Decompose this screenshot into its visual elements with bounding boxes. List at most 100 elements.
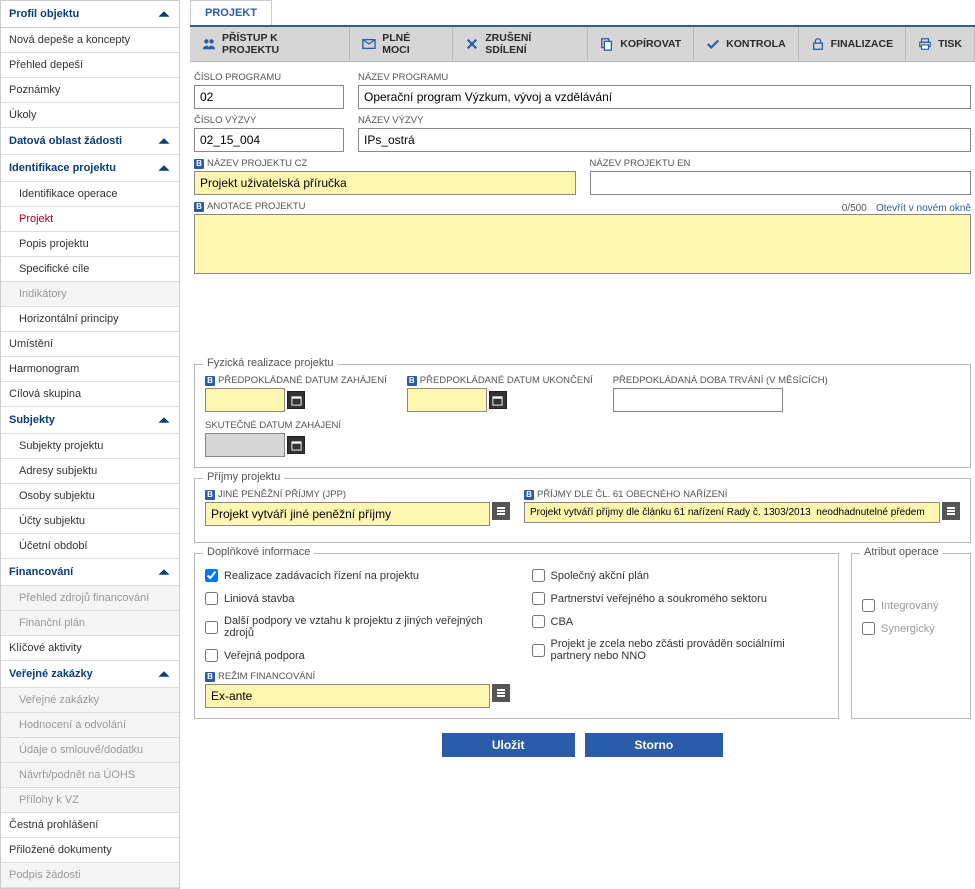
sidebar-item[interactable]: Hodnocení a odvolání <box>1 713 179 738</box>
sidebar-item[interactable]: Nová depeše a koncepty <box>1 28 179 53</box>
open-new-window-link[interactable]: Otevřít v novém okně <box>876 203 971 214</box>
sidebar-item[interactable]: Specifické cíle <box>1 257 179 282</box>
toolbar-pristup[interactable]: PŘÍSTUP K PROJEKTU <box>190 27 350 61</box>
sidebar-item[interactable]: Finanční plán <box>1 611 179 636</box>
sidebar-item[interactable]: Klíčové aktivity <box>1 636 179 661</box>
sidebar-item[interactable]: Indikátory <box>1 282 179 307</box>
input-skut-zahajeni[interactable] <box>205 433 285 457</box>
checkbox-label: Další podpory ve vztahu k projektu z jin… <box>224 615 502 639</box>
checkbox-label: Integrovaný <box>881 600 938 612</box>
checkbox-partnerstvi[interactable] <box>532 592 545 605</box>
sidebar-header-label: Subjekty <box>9 414 55 426</box>
sidebar-item[interactable]: Přehled depeší <box>1 53 179 78</box>
checkbox-dalsi[interactable] <box>205 621 218 634</box>
sidebar-item[interactable]: Identifikace operace <box>1 182 179 207</box>
sidebar-header-label: Financování <box>9 566 73 578</box>
label-nazev-en: NÁZEV PROJEKTU EN <box>590 158 972 169</box>
sidebar-item[interactable]: Návrh/podnět na ÚOHS <box>1 763 179 788</box>
sidebar-item[interactable]: Údaje o smlouvě/dodatku <box>1 738 179 763</box>
sidebar-item[interactable]: Veřejné zakázky <box>1 688 179 713</box>
sidebar-item[interactable]: Osoby subjektu <box>1 484 179 509</box>
input-cislo-programu[interactable] <box>194 85 344 109</box>
checkbox-synergicky[interactable] <box>862 622 875 635</box>
label-pred-zahajeni: PŘEDPOKLÁDANÉ DATUM ZAHÁJENÍ <box>218 375 387 386</box>
input-nazev-programu[interactable] <box>358 85 971 109</box>
required-icon: B <box>194 202 204 212</box>
sidebar-header-subjekty[interactable]: Subjekty <box>1 407 179 434</box>
toolbar-finalizace[interactable]: FINALIZACE <box>799 27 906 61</box>
sidebar-item[interactable]: Přílohy k VZ <box>1 788 179 813</box>
calendar-icon[interactable] <box>287 391 305 409</box>
toolbar-kontrola[interactable]: KONTROLA <box>694 27 799 61</box>
input-nazev-en[interactable] <box>590 171 972 195</box>
calendar-icon[interactable] <box>489 391 507 409</box>
input-pred-zahajeni[interactable] <box>205 388 285 412</box>
checkbox-spolecny[interactable] <box>532 569 545 582</box>
sidebar-header-profil[interactable]: Profil objektu <box>1 1 179 28</box>
input-nazev-vyzvy[interactable] <box>358 128 971 152</box>
mail-icon <box>362 37 376 51</box>
save-button[interactable]: Uložit <box>442 733 575 757</box>
cancel-button[interactable]: Storno <box>585 733 724 757</box>
toolbar-label: PŘÍSTUP K PROJEKTU <box>222 32 337 56</box>
sidebar-item[interactable]: Popis projektu <box>1 232 179 257</box>
checkbox-realizace[interactable] <box>205 569 218 582</box>
sidebar-header-ident[interactable]: Identifikace projektu <box>1 155 179 182</box>
input-cl61[interactable] <box>524 502 940 523</box>
chevron-up-icon <box>157 161 171 175</box>
sidebar-header-label: Identifikace projektu <box>9 162 116 174</box>
cross-icon <box>465 37 479 51</box>
dropdown-icon[interactable] <box>492 684 510 702</box>
legend: Příjmy projektu <box>203 471 284 483</box>
sidebar-item[interactable]: Umístění <box>1 332 179 357</box>
calendar-icon[interactable] <box>287 436 305 454</box>
sidebar-header-datova[interactable]: Datová oblast žádosti <box>1 128 179 155</box>
sidebar-item-projekt[interactable]: Projekt <box>1 207 179 232</box>
sidebar-item[interactable]: Úkoly <box>1 103 179 128</box>
checkbox-integrovany[interactable] <box>862 599 875 612</box>
checkbox-cba[interactable] <box>532 615 545 628</box>
toolbar: PŘÍSTUP K PROJEKTU PLNÉ MOCI ZRUŠENÍ SDÍ… <box>190 27 975 62</box>
dropdown-icon[interactable] <box>942 502 960 520</box>
input-pred-ukonceni[interactable] <box>407 388 487 412</box>
toolbar-kopirovat[interactable]: KOPÍROVAT <box>588 27 694 61</box>
input-rezim[interactable] <box>205 684 490 708</box>
required-icon: B <box>407 376 417 386</box>
sidebar-item[interactable]: Podpis žádosti <box>1 863 179 888</box>
required-icon: B <box>194 159 204 169</box>
checkbox-label: Realizace zadávacích řízení na projektu <box>224 570 419 582</box>
checkbox-nno[interactable] <box>532 644 545 657</box>
chevron-up-icon <box>157 667 171 681</box>
sidebar-header-fin[interactable]: Financování <box>1 559 179 586</box>
sidebar-item[interactable]: Cílová skupina <box>1 382 179 407</box>
tab-projekt[interactable]: PROJEKT <box>190 0 272 25</box>
sidebar-item[interactable]: Poznámky <box>1 78 179 103</box>
input-doba[interactable] <box>613 388 783 412</box>
sidebar-item[interactable]: Účty subjektu <box>1 509 179 534</box>
toolbar-tisk[interactable]: TISK <box>906 27 975 61</box>
label-nazev-cz: BNÁZEV PROJEKTU CZ <box>194 158 576 169</box>
sidebar-item[interactable]: Přehled zdrojů financování <box>1 586 179 611</box>
sidebar-item[interactable]: Subjekty projektu <box>1 434 179 459</box>
input-cislo-vyzvy[interactable] <box>194 128 344 152</box>
sidebar-item[interactable]: Přiložené dokumenty <box>1 838 179 863</box>
toolbar-plne[interactable]: PLNÉ MOCI <box>350 27 453 61</box>
sidebar-item[interactable]: Adresy subjektu <box>1 459 179 484</box>
sidebar-item[interactable]: Harmonogram <box>1 357 179 382</box>
sidebar-item[interactable]: Horizontální principy <box>1 307 179 332</box>
chevron-up-icon <box>157 565 171 579</box>
label-jpp: JINÉ PENĚŽNÍ PŘÍJMY (JPP) <box>218 489 346 500</box>
checkbox-liniova[interactable] <box>205 592 218 605</box>
sidebar-header-label: Profil objektu <box>9 8 79 20</box>
input-jpp[interactable] <box>205 502 490 526</box>
input-nazev-cz[interactable] <box>194 171 576 195</box>
label-cislo-programu: ČÍSLO PROGRAMU <box>194 72 344 83</box>
checkbox-verejna[interactable] <box>205 649 218 662</box>
dropdown-icon[interactable] <box>492 502 510 520</box>
textarea-anotace[interactable] <box>194 214 971 274</box>
sidebar-item[interactable]: Účetní období <box>1 534 179 559</box>
sidebar-header-zakazky[interactable]: Veřejné zakázky <box>1 661 179 688</box>
sidebar-item[interactable]: Čestná prohlášení <box>1 813 179 838</box>
fieldset-doplnkove: Doplňkové informace Realizace zadávacích… <box>194 553 839 719</box>
toolbar-zruseni[interactable]: ZRUŠENÍ SDÍLENÍ <box>453 27 588 61</box>
